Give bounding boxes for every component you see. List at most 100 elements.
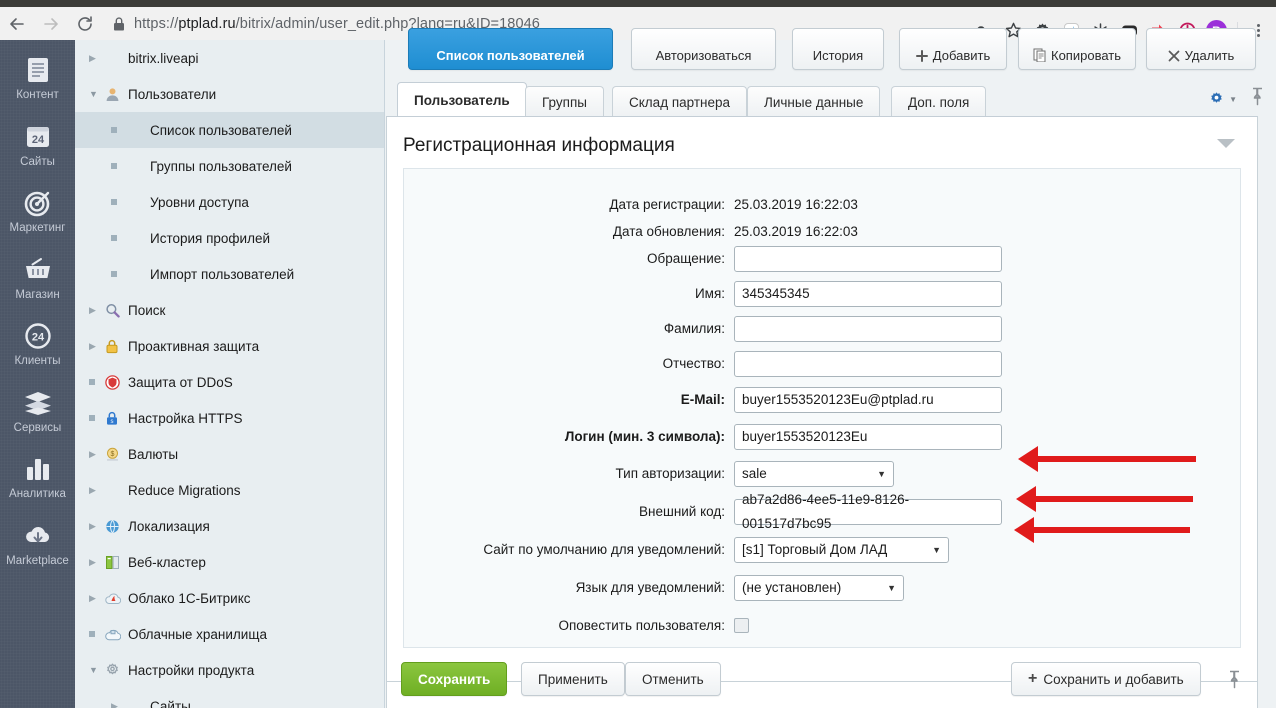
field-input[interactable] bbox=[734, 245, 1002, 272]
auth-type-arrow-line bbox=[1032, 527, 1190, 533]
field-select[interactable]: [s1] Торговый Дом ЛАД ▼ bbox=[734, 536, 949, 563]
apply-button[interactable]: Применить bbox=[521, 662, 625, 696]
tree-item[interactable]: Уровни доступа bbox=[75, 184, 384, 220]
clients-24-icon: 24 bbox=[23, 321, 53, 351]
toolbar-button[interactable]: Авторизоваться bbox=[631, 28, 776, 70]
chevron-down-icon: ▼ bbox=[887, 582, 896, 593]
tree-item[interactable]: ▶ Веб-кластер bbox=[75, 544, 384, 580]
bullet-icon bbox=[111, 235, 127, 241]
tab[interactable]: Доп. поля bbox=[891, 86, 987, 117]
tree-item-label: Облако 1С-Битрикс bbox=[128, 590, 251, 606]
page-toolbar: Список пользователей Авторизоваться Истори… bbox=[386, 28, 1276, 72]
tree-item-label: Настройки продукта bbox=[128, 662, 255, 678]
field-select-value: (не установлен) bbox=[742, 580, 842, 595]
collapse-triangle-icon[interactable] bbox=[1217, 139, 1235, 148]
cancel-button[interactable]: Отменить bbox=[625, 662, 721, 696]
rail-item-services[interactable]: Сервисы bbox=[0, 377, 75, 444]
tree-item-label: Поиск bbox=[128, 302, 166, 318]
field-select[interactable]: (не установлен) ▼ bbox=[734, 574, 904, 601]
registration-form: Дата регистрации: 25.03.2019 16:22:03 Дата… bbox=[403, 168, 1241, 648]
toolbar-button[interactable]: Удалить bbox=[1146, 28, 1256, 70]
toolbar-button[interactable]: Добавить bbox=[899, 28, 1007, 70]
pin-icon[interactable] bbox=[1251, 87, 1264, 111]
toolbar-button-label: Список пользователей bbox=[436, 48, 585, 63]
tree-item[interactable]: ▶ Поиск bbox=[75, 292, 384, 328]
chevron-right-icon[interactable]: ▶ bbox=[89, 341, 105, 352]
rail-item-clients[interactable]: 24 Клиенты bbox=[0, 310, 75, 377]
chevron-down-icon[interactable]: ▼ bbox=[89, 89, 105, 99]
copy-icon bbox=[1033, 48, 1046, 63]
tab[interactable]: Пользователь bbox=[397, 82, 527, 117]
form-row: Дата регистрации: 25.03.2019 16:22:03 bbox=[404, 191, 1242, 218]
tab-label: Пользователь bbox=[414, 92, 510, 108]
tree-item[interactable]: ▶ Reduce Migrations bbox=[75, 472, 384, 508]
chevron-right-icon[interactable]: ▶ bbox=[89, 305, 105, 316]
chevron-down-icon[interactable]: ▼ bbox=[89, 665, 105, 675]
layers-icon bbox=[23, 388, 53, 418]
rail-item-marketplace[interactable]: Marketplace bbox=[0, 510, 75, 577]
pin-icon[interactable] bbox=[1228, 670, 1241, 694]
tree-item[interactable]: Облачные хранилища bbox=[75, 616, 384, 652]
rail-item-analytics[interactable]: Аналитика bbox=[0, 443, 75, 510]
field-input[interactable]: 345345345 bbox=[734, 280, 1002, 307]
field-label: Дата обновления: bbox=[612, 224, 725, 239]
field-checkbox[interactable] bbox=[734, 618, 749, 633]
tree-item[interactable]: ▶ Локализация bbox=[75, 508, 384, 544]
toolbar-button-label: Копировать bbox=[1051, 48, 1121, 63]
rail-item-marketing[interactable]: Маркетинг bbox=[0, 177, 75, 244]
toolbar-button[interactable]: История bbox=[792, 28, 884, 70]
save-and-add-button[interactable]: + Сохранить и добавить bbox=[1011, 662, 1201, 696]
tree-item-label: Защита от DDoS bbox=[128, 374, 233, 390]
tree-item[interactable]: Импорт пользователей bbox=[75, 256, 384, 292]
tree-item[interactable]: ▶ $ Валюты bbox=[75, 436, 384, 472]
chevron-right-icon[interactable]: ▶ bbox=[111, 701, 127, 708]
bullet-icon bbox=[111, 127, 127, 133]
cloud-storage-icon bbox=[105, 627, 125, 642]
rail-item-sites[interactable]: 24 Сайты bbox=[0, 111, 75, 178]
chevron-right-icon[interactable]: ▶ bbox=[89, 53, 105, 64]
reload-icon[interactable] bbox=[68, 7, 102, 40]
tree-item-label: Группы пользователей bbox=[150, 158, 292, 174]
lock-icon[interactable] bbox=[112, 16, 126, 32]
chevron-right-icon[interactable]: ▶ bbox=[89, 521, 105, 532]
tree-item[interactable]: ▶ bitrix.liveapi bbox=[75, 40, 384, 76]
chevron-right-icon[interactable]: ▶ bbox=[89, 557, 105, 568]
chevron-right-icon[interactable]: ▶ bbox=[89, 449, 105, 460]
toolbar-button[interactable]: Список пользователей bbox=[408, 28, 613, 70]
field-input[interactable] bbox=[734, 350, 1002, 377]
tree-item[interactable]: ▶ Сайты bbox=[75, 688, 384, 708]
rail-item-shop[interactable]: Магазин bbox=[0, 244, 75, 311]
tree-item-label: Импорт пользователей bbox=[150, 266, 295, 282]
svg-text:24: 24 bbox=[31, 332, 44, 344]
plus-icon bbox=[915, 50, 928, 63]
yellow-lock-icon bbox=[105, 339, 125, 354]
tab[interactable]: Личные данные bbox=[747, 86, 881, 117]
forward-arrow-icon[interactable] bbox=[34, 7, 68, 40]
back-arrow-icon[interactable] bbox=[0, 7, 34, 40]
form-row: Тип авторизации: sale ▼ bbox=[404, 460, 1242, 487]
tab[interactable]: Склад партнера bbox=[612, 86, 748, 117]
tree-item[interactable]: ▼ Пользователи bbox=[75, 76, 384, 112]
rail-item-content[interactable]: Контент bbox=[0, 40, 75, 111]
chevron-right-icon[interactable]: ▶ bbox=[89, 485, 105, 496]
magnifier-icon bbox=[105, 303, 125, 318]
tab[interactable]: Группы bbox=[525, 86, 604, 117]
field-input[interactable]: buyer1553520123Eu bbox=[734, 423, 1002, 450]
tree-item[interactable]: История профилей bbox=[75, 220, 384, 256]
save-button[interactable]: Сохранить bbox=[401, 662, 508, 696]
tree-item[interactable]: Группы пользователей bbox=[75, 148, 384, 184]
field-input[interactable]: buyer1553520123Eu@ptplad.ru bbox=[734, 386, 1002, 413]
tree-item[interactable]: Защита от DDoS bbox=[75, 364, 384, 400]
field-input[interactable] bbox=[734, 315, 1002, 342]
tree-item[interactable]: ▼ Настройки продукта bbox=[75, 652, 384, 688]
tree-item[interactable]: ▶ Проактивная защита bbox=[75, 328, 384, 364]
chevron-right-icon[interactable]: ▶ bbox=[89, 593, 105, 604]
gear-icon[interactable]: ▼ bbox=[1208, 91, 1237, 108]
bullet-icon bbox=[111, 271, 127, 277]
field-select[interactable]: sale ▼ bbox=[734, 460, 894, 487]
field-input[interactable]: ab7a2d86-4ee5-11e9-8126-001517d7bc95 bbox=[734, 492, 1002, 531]
tree-item[interactable]: ▶ Облако 1С-Битрикс bbox=[75, 580, 384, 616]
toolbar-button[interactable]: Копировать bbox=[1018, 28, 1136, 70]
tree-item[interactable]: Список пользователей bbox=[75, 112, 384, 148]
tree-item[interactable]: s Настройка HTTPS bbox=[75, 400, 384, 436]
